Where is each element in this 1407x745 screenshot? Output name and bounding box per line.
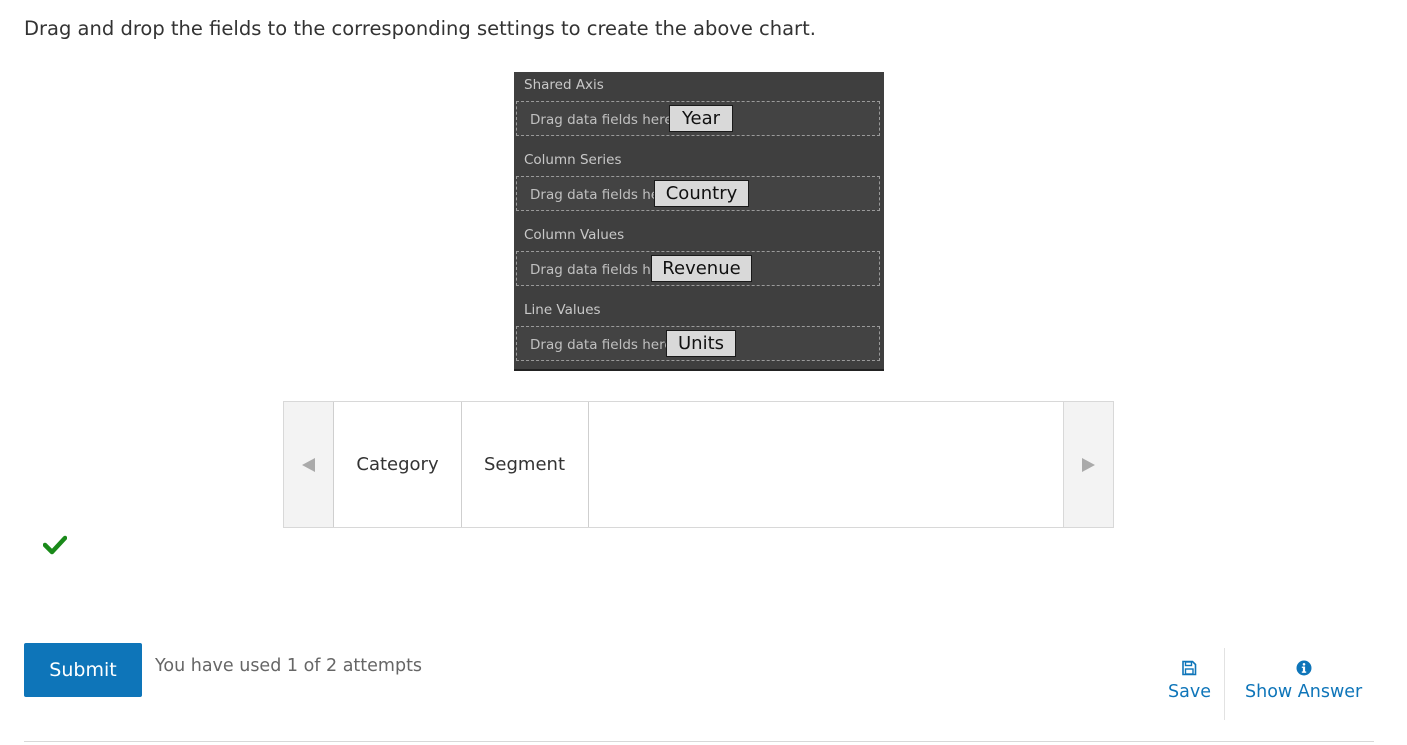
attempts-text: You have used 1 of 2 attempts <box>155 656 423 676</box>
save-icon <box>1181 658 1197 678</box>
field-settings-panel: Shared Axis Drag data fields here Year C… <box>514 72 884 371</box>
field-chip-units[interactable]: Units <box>666 330 736 357</box>
drop-zone-column-values[interactable]: Drag data fields here Revenue <box>516 251 880 286</box>
bottom-divider <box>24 741 1374 742</box>
save-label: Save <box>1168 682 1211 702</box>
carousel-next-button[interactable] <box>1063 402 1113 527</box>
section-title-column-series: Column Series <box>524 152 622 168</box>
info-icon <box>1296 658 1312 678</box>
section-title-shared-axis: Shared Axis <box>524 77 604 93</box>
drop-zone-line-values[interactable]: Drag data fields here Units <box>516 326 880 361</box>
checkmark-icon <box>43 535 67 555</box>
show-answer-button[interactable]: Show Answer <box>1245 658 1362 702</box>
section-title-line-values: Line Values <box>524 302 601 318</box>
field-chip-year[interactable]: Year <box>669 105 733 132</box>
save-button[interactable]: Save <box>1168 658 1211 702</box>
submit-button[interactable]: Submit <box>24 643 142 697</box>
show-answer-label: Show Answer <box>1245 682 1363 702</box>
drop-hint: Drag data fields here <box>530 112 673 128</box>
drop-hint: Drag data fields here <box>530 337 673 353</box>
actions-divider <box>1224 648 1225 720</box>
drop-zone-shared-axis[interactable]: Drag data fields here Year <box>516 101 880 136</box>
drop-hint: Drag data fields here <box>530 187 673 203</box>
triangle-right-icon <box>1082 457 1095 472</box>
carousel-prev-button[interactable] <box>284 402 334 527</box>
field-chip-revenue[interactable]: Revenue <box>651 255 752 282</box>
field-item-segment[interactable]: Segment <box>461 402 589 527</box>
field-carousel: Category Segment <box>283 401 1114 528</box>
field-item-category[interactable]: Category <box>333 402 462 527</box>
instruction-text: Drag and drop the fields to the correspo… <box>24 17 816 40</box>
triangle-left-icon <box>302 457 315 472</box>
section-title-column-values: Column Values <box>524 227 625 243</box>
field-chip-country[interactable]: Country <box>654 180 749 207</box>
drop-zone-column-series[interactable]: Drag data fields here Country <box>516 176 880 211</box>
